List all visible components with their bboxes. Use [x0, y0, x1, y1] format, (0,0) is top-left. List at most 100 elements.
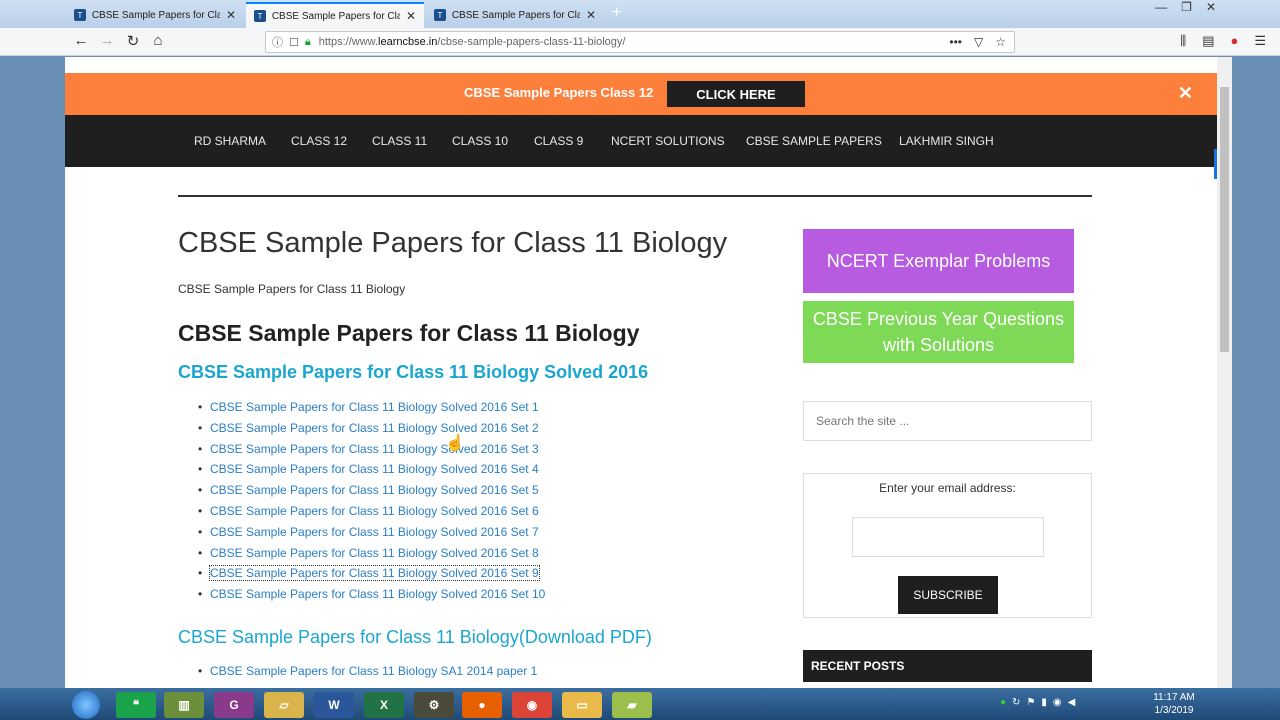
- browser-tab-2[interactable]: T CBSE Sample Papers for Class 1 ✕: [246, 2, 424, 28]
- firefox-icon[interactable]: ●: [462, 692, 502, 718]
- adblock-icon[interactable]: ●: [1230, 33, 1238, 49]
- browser-tab-1[interactable]: T CBSE Sample Papers for Class 1 ✕: [66, 2, 244, 28]
- paper-link[interactable]: CBSE Sample Papers for Class 11 Biology …: [210, 504, 539, 518]
- previous-year-questions-banner[interactable]: CBSE Previous Year Questions with Soluti…: [803, 301, 1074, 363]
- flag-icon[interactable]: ⚑: [1026, 697, 1035, 708]
- pocket-icon[interactable]: ▽: [974, 35, 983, 49]
- list-item[interactable]: CBSE Sample Papers for Class 11 Biology …: [198, 565, 545, 586]
- chart-app-icon[interactable]: ▥: [164, 692, 204, 718]
- paper-link[interactable]: CBSE Sample Papers for Class 11 Biology …: [210, 525, 539, 539]
- folder-app-icon[interactable]: ▰: [612, 692, 652, 718]
- promo-banner: CBSE Sample Papers Class 12 CLICK HERE ✕: [65, 73, 1217, 115]
- list-item[interactable]: CBSE Sample Papers for Class 11 Biology …: [198, 586, 545, 607]
- subscribe-button[interactable]: SUBSCRIBE: [898, 576, 998, 614]
- clock-date: 1/3/2019: [1154, 705, 1194, 716]
- paper-link[interactable]: CBSE Sample Papers for Class 11 Biology …: [210, 664, 537, 678]
- forward-arrow-icon[interactable]: →: [96, 32, 118, 49]
- browser-tab-3[interactable]: T CBSE Sample Papers for Class 1 ✕: [426, 2, 604, 28]
- list-item[interactable]: CBSE Sample Papers for Class 11 Biology …: [198, 461, 545, 482]
- info-icon[interactable]: ⓘ: [272, 34, 283, 50]
- close-banner-icon[interactable]: ✕: [1178, 83, 1193, 104]
- reload-icon[interactable]: ↻: [122, 32, 144, 50]
- library-icon[interactable]: ⫼: [1180, 33, 1186, 49]
- address-bar[interactable]: ⓘ ☐ 🔒︎ https://www.learncbse.in/cbse-sam…: [265, 31, 1015, 53]
- desktop-background: [1232, 57, 1280, 688]
- page-actions-icon[interactable]: •••: [949, 35, 962, 49]
- paper-link[interactable]: CBSE Sample Papers for Class 11 Biology …: [210, 400, 539, 414]
- list-item[interactable]: CBSE Sample Papers for Class 11 Biology …: [198, 420, 545, 441]
- nav-lakhmir-singh[interactable]: LAKHMIR SINGH: [899, 134, 994, 148]
- paper-link[interactable]: CBSE Sample Papers for Class 11 Biology …: [210, 442, 539, 456]
- maximize-icon[interactable]: ❐: [1181, 0, 1192, 14]
- tool-app-icon[interactable]: ⚙: [414, 692, 454, 718]
- browser-toolbar: ← → ↻ ⌂ ⓘ ☐ 🔒︎ https://www.learncbse.in/…: [0, 28, 1280, 56]
- window-controls: — ❐ ✕: [1155, 0, 1216, 14]
- nav-ncert-solutions[interactable]: NCERT SOLUTIONS: [611, 134, 725, 148]
- new-tab-icon[interactable]: +: [612, 4, 621, 22]
- minimize-icon[interactable]: —: [1155, 0, 1167, 14]
- close-tab-icon[interactable]: ✕: [406, 9, 416, 23]
- notes-icon[interactable]: ▱: [264, 692, 304, 718]
- tab-title: CBSE Sample Papers for Class 1: [451, 9, 580, 21]
- paper-link[interactable]: CBSE Sample Papers for Class 11 Biology …: [210, 483, 539, 497]
- paper-link[interactable]: CBSE Sample Papers for Class 11 Biology …: [210, 462, 539, 476]
- nav-cbse-sample-papers[interactable]: CBSE SAMPLE PAPERS: [746, 134, 882, 148]
- solved-2016-list: CBSE Sample Papers for Class 11 Biology …: [198, 399, 545, 607]
- nav-class-10[interactable]: CLASS 10: [452, 134, 508, 148]
- volume-icon[interactable]: ◀: [1068, 697, 1076, 708]
- network-icon[interactable]: ▮: [1041, 697, 1047, 708]
- pdf-app-icon[interactable]: G: [214, 692, 254, 718]
- bookmark-star-icon[interactable]: ☆: [995, 35, 1006, 49]
- main-navigation: RD SHARMA CLASS 12 CLASS 11 CLASS 10 CLA…: [65, 115, 1217, 167]
- list-item[interactable]: CBSE Sample Papers for Class 11 Biology …: [198, 399, 545, 420]
- scroll-thumb[interactable]: [1220, 87, 1229, 352]
- list-item[interactable]: CBSE Sample Papers for Class 11 Biology …: [198, 482, 545, 503]
- nav-rd-sharma[interactable]: RD SHARMA: [194, 134, 266, 148]
- tab-title: CBSE Sample Papers for Class 1: [91, 9, 220, 21]
- section-heading-download-pdf: CBSE Sample Papers for Class 11 Biology(…: [178, 627, 652, 647]
- paper-link[interactable]: CBSE Sample Papers for Class 11 Biology …: [210, 546, 539, 560]
- tray-sync-icon[interactable]: ↻: [1012, 697, 1020, 708]
- site-favicon-icon: T: [74, 9, 86, 21]
- nav-class-12[interactable]: CLASS 12: [291, 134, 347, 148]
- page-scrollbar[interactable]: [1217, 57, 1232, 688]
- list-item[interactable]: CBSE Sample Papers for Class 11 Biology …: [198, 503, 545, 524]
- chrome-icon[interactable]: ◉: [512, 692, 552, 718]
- start-button-icon[interactable]: [72, 691, 100, 719]
- download-pdf-list: CBSE Sample Papers for Class 11 Biology …: [198, 664, 537, 678]
- taskbar: ❝ ▥ G ▱ W X ⚙ ● ◉ ▭ ▰ ● ↻ ⚑ ▮ ◉ ◀ 11:17 …: [0, 688, 1280, 720]
- clock[interactable]: 11:17 AM 1/3/2019: [1150, 691, 1198, 717]
- paper-link[interactable]: CBSE Sample Papers for Class 11 Biology …: [210, 421, 539, 435]
- paper-link[interactable]: CBSE Sample Papers for Class 11 Biology …: [210, 587, 545, 601]
- home-icon[interactable]: ⌂: [147, 32, 169, 49]
- back-arrow-icon[interactable]: ←: [70, 32, 92, 49]
- chrome-tray-icon[interactable]: ◉: [1053, 697, 1062, 708]
- site-favicon-icon: T: [254, 10, 266, 22]
- close-window-icon[interactable]: ✕: [1206, 0, 1216, 14]
- hangouts-icon[interactable]: ❝: [116, 692, 156, 718]
- divider: [178, 195, 1092, 197]
- list-item[interactable]: CBSE Sample Papers for Class 11 Biology …: [198, 664, 537, 678]
- close-tab-icon[interactable]: ✕: [226, 8, 236, 22]
- list-item[interactable]: CBSE Sample Papers for Class 11 Biology …: [198, 524, 545, 545]
- nav-class-11[interactable]: CLASS 11: [372, 134, 427, 148]
- sidebar-icon[interactable]: ▤: [1202, 33, 1214, 49]
- file-explorer-icon[interactable]: ▭: [562, 692, 602, 718]
- lock-icon: 🔒︎: [304, 35, 311, 48]
- excel-icon[interactable]: X: [364, 692, 404, 718]
- close-tab-icon[interactable]: ✕: [586, 8, 596, 22]
- nav-class-9[interactable]: CLASS 9: [534, 134, 583, 148]
- tray-status-icon[interactable]: ●: [1000, 697, 1006, 708]
- promo-text: CBSE Sample Papers Class 12: [464, 85, 654, 100]
- click-here-button[interactable]: CLICK HERE: [667, 81, 805, 107]
- system-tray: ● ↻ ⚑ ▮ ◉ ◀: [1000, 697, 1075, 708]
- paper-link[interactable]: CBSE Sample Papers for Class 11 Biology …: [209, 565, 540, 582]
- list-item[interactable]: CBSE Sample Papers for Class 11 Biology …: [198, 441, 545, 462]
- list-item[interactable]: CBSE Sample Papers for Class 11 Biology …: [198, 545, 545, 566]
- permissions-icon[interactable]: ☐: [289, 36, 299, 49]
- ncert-exemplar-banner[interactable]: NCERT Exemplar Problems: [803, 229, 1074, 293]
- search-input[interactable]: [803, 401, 1092, 441]
- word-icon[interactable]: W: [314, 692, 354, 718]
- email-field[interactable]: [852, 517, 1044, 557]
- menu-icon[interactable]: ☰: [1254, 33, 1266, 49]
